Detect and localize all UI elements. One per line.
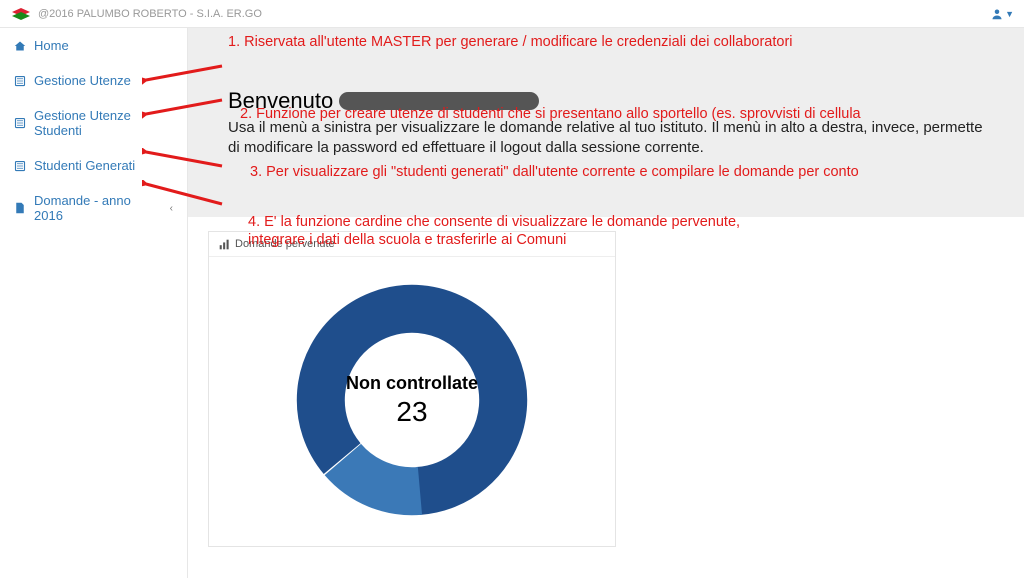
topbar: @2016 PALUMBO ROBERTO - S.I.A. ER.GO ▼ — [0, 0, 1024, 28]
sidebar-item-domande[interactable]: Domande - anno 2016 ‹ — [0, 183, 187, 233]
user-menu[interactable]: ▼ — [991, 8, 1014, 20]
caret-down-icon: ▼ — [1005, 9, 1014, 19]
donut-chart: Non controllate 23 — [209, 257, 615, 543]
list-icon — [14, 117, 26, 129]
sidebar-item-label: Gestione Utenze Studenti — [34, 108, 173, 138]
sidebar-item-label: Home — [34, 38, 69, 53]
logo-icon — [10, 6, 32, 22]
logo — [10, 6, 32, 22]
chart-card-title: Domande pervenute — [235, 238, 335, 250]
instruction-text: Usa il menù a sinistra per visualizzare … — [228, 118, 998, 157]
annotation-1: 1. Riservata all'utente MASTER per gener… — [228, 34, 793, 50]
greeting-line: Benvenuto — [228, 88, 998, 114]
sidebar-item-studenti-generati[interactable]: Studenti Generati — [0, 148, 187, 183]
donut-center: Non controllate 23 — [346, 373, 478, 428]
bar-chart-icon — [219, 239, 230, 250]
welcome-panel: 1. Riservata all'utente MASTER per gener… — [188, 28, 1024, 217]
redacted-username — [339, 92, 539, 110]
sidebar: Home Gestione Utenze Gestione Utenze Stu… — [0, 28, 188, 578]
list-icon — [14, 160, 26, 172]
sidebar-item-label: Domande - anno 2016 — [34, 193, 162, 223]
sidebar-item-home[interactable]: Home — [0, 28, 187, 63]
main-content: 1. Riservata all'utente MASTER per gener… — [188, 28, 1024, 578]
sidebar-item-label: Studenti Generati — [34, 158, 135, 173]
sidebar-item-gestione-utenze[interactable]: Gestione Utenze — [0, 63, 187, 98]
home-icon — [14, 40, 26, 52]
donut-center-value: 23 — [346, 396, 478, 428]
donut-center-label: Non controllate — [346, 373, 478, 394]
sidebar-item-gestione-utenze-studenti[interactable]: Gestione Utenze Studenti — [0, 98, 187, 148]
list-icon — [14, 75, 26, 87]
chart-card-header: Domande pervenute — [209, 232, 615, 257]
user-icon — [991, 8, 1003, 20]
chart-card: Domande pervenute Non controllate 23 — [208, 231, 616, 547]
chevron-left-icon: ‹ — [170, 203, 173, 214]
greeting-text: Benvenuto — [228, 88, 333, 114]
copyright-text: @2016 PALUMBO ROBERTO - S.I.A. ER.GO — [38, 8, 262, 20]
annotation-3: 3. Per visualizzare gli "studenti genera… — [250, 164, 859, 180]
file-icon — [14, 202, 26, 214]
sidebar-item-label: Gestione Utenze — [34, 73, 131, 88]
